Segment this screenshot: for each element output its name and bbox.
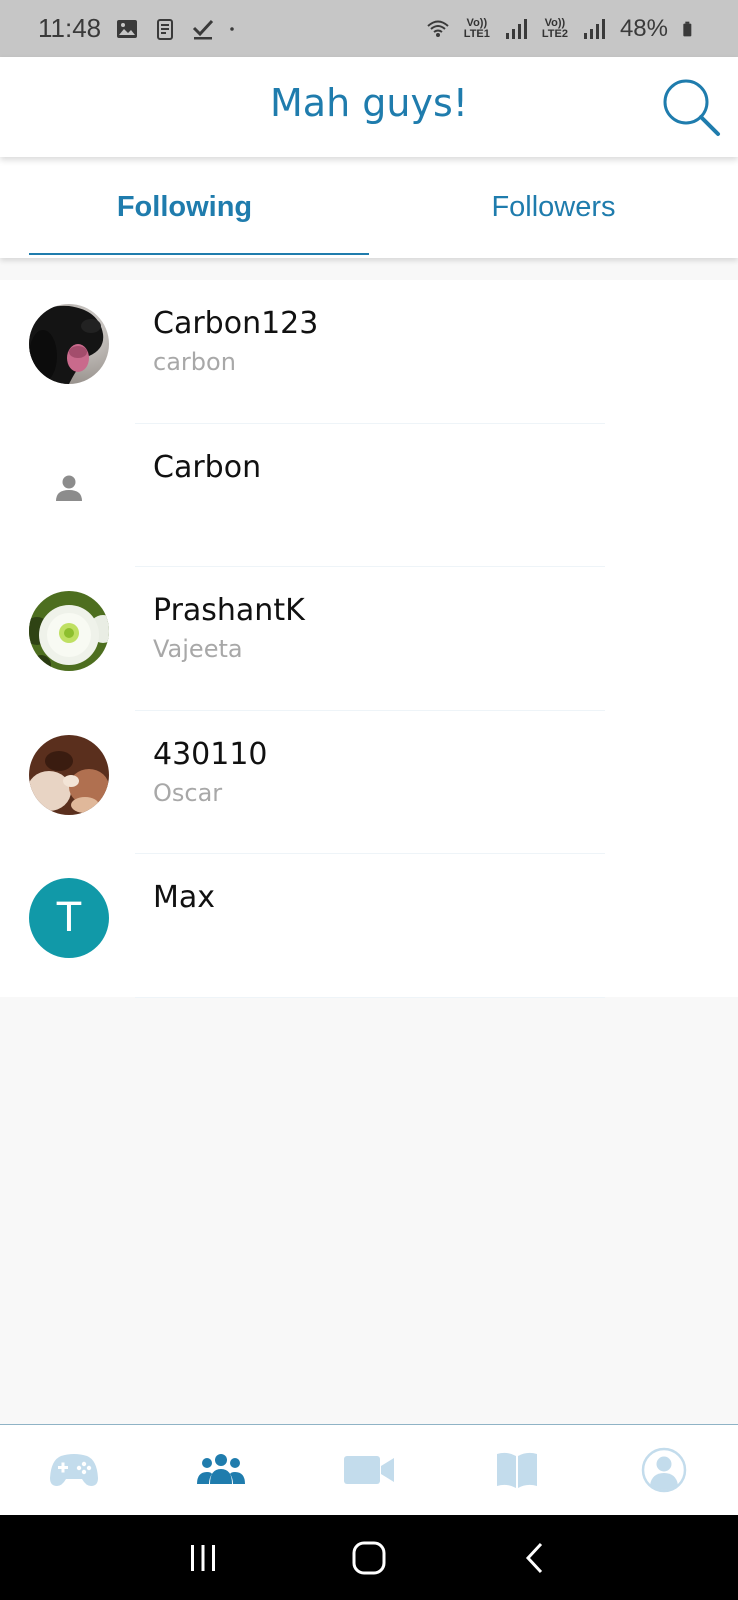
book-icon — [496, 1452, 537, 1488]
nav-people[interactable] — [148, 1425, 296, 1515]
home-icon — [352, 1541, 386, 1574]
avatar-letter: T — [56, 895, 82, 941]
user-list: Carbon123 carbon Carbon PrashantK Vajeet… — [0, 280, 738, 998]
dog-photo — [29, 304, 109, 384]
user-display-name: Carbon — [153, 449, 262, 485]
avatar — [29, 448, 109, 528]
recent-apps-icon — [191, 1544, 215, 1571]
system-nav-bar — [0, 1515, 738, 1600]
user-username: Vajeeta — [153, 635, 243, 663]
home-button[interactable] — [339, 1533, 399, 1583]
tab-followers[interactable]: Followers — [369, 157, 738, 258]
back-icon — [525, 1542, 543, 1573]
search-icon — [663, 79, 720, 136]
avatar — [29, 591, 109, 671]
active-tab-indicator — [29, 253, 369, 255]
screen: 11:48 Vo))LTE1 Vo))LTE2 48% Mah guys! — [0, 0, 738, 1600]
back-button[interactable] — [505, 1533, 565, 1583]
app-bar: Mah guys! — [0, 57, 738, 157]
list-item[interactable]: PrashantK Vajeeta — [0, 567, 738, 711]
sim2-label: Vo)) LTE2 — [541, 16, 568, 40]
battery-icon — [683, 21, 692, 36]
avatar — [29, 304, 109, 384]
wifi-icon — [427, 20, 449, 37]
avatar: T — [29, 878, 109, 958]
person-placeholder-icon — [56, 475, 82, 501]
nav-video[interactable] — [295, 1425, 443, 1515]
check-download-icon — [193, 19, 214, 39]
signal-icon — [583, 18, 605, 39]
status-bar-right: Vo)) LTE1 Vo)) LTE2 48% — [426, 15, 698, 43]
list-item[interactable]: Carbon123 carbon — [0, 280, 738, 424]
pet-photo — [29, 734, 109, 815]
gamepad-icon — [49, 1454, 98, 1486]
page-title: Mah guys! — [270, 81, 468, 125]
status-time: 11:48 — [38, 13, 102, 43]
tab-following-label: Following — [116, 191, 253, 223]
video-camera-icon — [343, 1456, 394, 1484]
dot-icon — [230, 26, 234, 31]
nav-book[interactable] — [443, 1425, 591, 1515]
recent-apps-button[interactable] — [173, 1533, 233, 1583]
list-item[interactable]: T Max — [0, 854, 738, 998]
status-bar: 11:48 Vo)) LTE1 Vo)) LTE2 48% — [0, 0, 738, 57]
profile-icon — [641, 1447, 687, 1493]
user-username: carbon — [153, 348, 236, 376]
divider — [135, 996, 605, 998]
user-display-name: Max — [153, 880, 216, 915]
clipboard-icon — [157, 18, 174, 40]
user-username: Oscar — [153, 778, 223, 807]
search-button[interactable] — [660, 75, 724, 139]
nav-profile[interactable] — [590, 1425, 738, 1515]
battery-percent: 48% — [619, 14, 668, 42]
sim1-label: Vo)) LTE1 — [463, 16, 490, 40]
user-display-name: Carbon123 — [153, 306, 319, 341]
status-bar-left: 11:48 — [38, 13, 241, 44]
gallery-icon — [117, 19, 138, 38]
list-item[interactable]: Carbon — [0, 424, 738, 567]
bottom-nav — [0, 1424, 738, 1515]
signal-icon — [505, 18, 527, 39]
nav-games[interactable] — [0, 1425, 148, 1515]
tab-following[interactable]: Following — [0, 157, 369, 258]
people-icon — [197, 1454, 246, 1484]
tab-followers-label: Followers — [491, 191, 616, 223]
tab-bar: Following Followers — [0, 157, 738, 258]
user-display-name: PrashantK — [153, 593, 305, 628]
user-display-name: 430110 — [153, 736, 268, 772]
flower-photo — [29, 591, 109, 671]
avatar — [29, 734, 109, 815]
list-item[interactable]: 430110 Oscar — [0, 711, 738, 854]
